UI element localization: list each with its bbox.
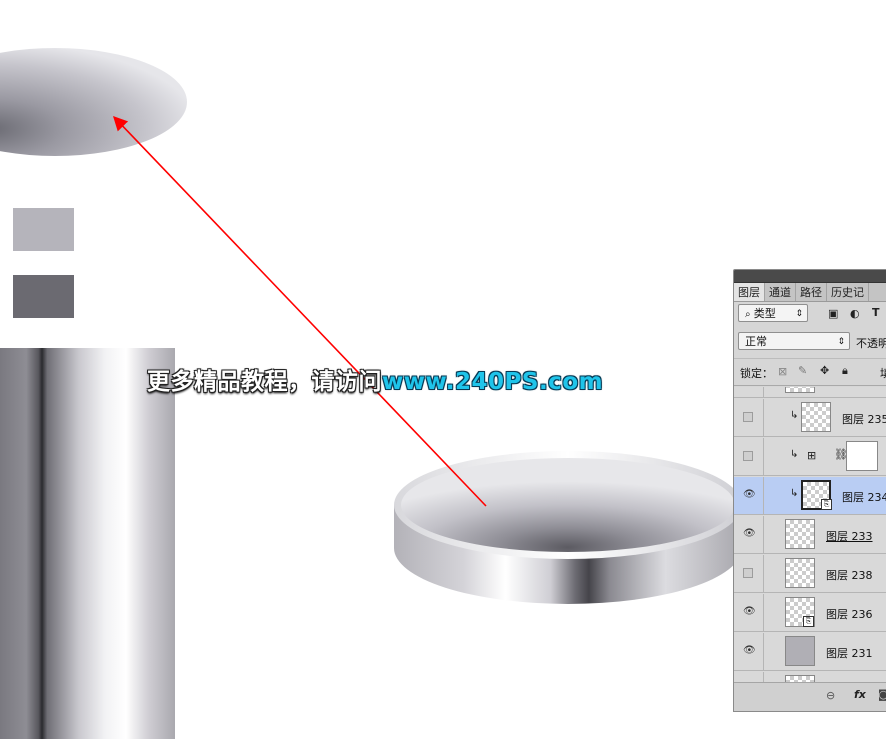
visibility-column: 👁︎ — [734, 516, 764, 553]
layer-mask-thumbnail[interactable] — [846, 441, 878, 471]
layer-thumbnail — [785, 387, 815, 393]
layer-name[interactable]: 图层 235 — [842, 411, 886, 427]
visibility-toggle[interactable] — [743, 451, 753, 461]
visibility-column — [734, 555, 764, 592]
lock-move-icon[interactable]: ✥ — [820, 364, 829, 377]
layer-thumbnail — [785, 558, 815, 588]
layer-row-234[interactable]: 👁︎ ↳ ⎘ 图层 234 — [734, 477, 886, 515]
layer-row-partial-bottom[interactable] — [734, 672, 886, 682]
watermark-cn-text: 更多精品教程，请访问 — [147, 369, 382, 395]
layer-row-235[interactable]: ↳ 图层 235 — [734, 399, 886, 437]
layer-thumbnail — [785, 675, 815, 682]
filter-type-select[interactable]: ⌕ 类型 ⇕ — [738, 304, 808, 322]
layer-row-partial[interactable] — [734, 387, 886, 398]
panel-tabs: 图层 通道 路径 历史记 — [734, 283, 886, 302]
filter-type-label: 类型 — [753, 307, 776, 320]
visibility-toggle[interactable] — [743, 412, 753, 422]
eye-icon[interactable]: 👁︎ — [743, 606, 756, 618]
search-icon: ⌕ — [745, 309, 754, 320]
fill-label: 填 — [880, 365, 886, 381]
clip-arrow-icon: ↳ — [790, 449, 799, 460]
image-filter-icon[interactable]: ▣ — [828, 307, 838, 320]
link-icon[interactable]: ⊖ — [826, 689, 835, 702]
dome-top-shape — [401, 458, 735, 552]
opacity-label: 不透明 — [856, 337, 886, 350]
layer-row-233[interactable]: 👁︎ 图层 233 — [734, 516, 886, 554]
visibility-column: 👁︎ — [734, 477, 764, 514]
layer-thumbnail — [801, 402, 831, 432]
panel-title-bar[interactable] — [734, 270, 886, 283]
eye-icon[interactable]: 👁︎ — [743, 489, 756, 501]
swatch-dark-gray — [13, 275, 74, 318]
layer-name[interactable]: 图层 236 — [826, 606, 873, 622]
layer-row-adjustment[interactable]: ↳ ⊞ ⛓ — [734, 438, 886, 476]
lock-all-icon[interactable]: 🔒︎ — [842, 364, 848, 378]
visibility-column — [734, 438, 764, 475]
visibility-column — [734, 399, 764, 436]
layer-thumbnail — [785, 519, 815, 549]
smart-object-icon: ⎘ — [821, 499, 832, 510]
blend-mode-value: 正常 — [745, 335, 767, 348]
mask-icon[interactable]: ◙ — [878, 688, 886, 701]
layer-name[interactable]: 图层 238 — [826, 567, 873, 583]
lock-brush-icon[interactable]: ✎ — [798, 364, 807, 377]
layer-name[interactable]: 图层 233 — [826, 528, 873, 544]
layers-list[interactable]: ↳ 图层 235 ↳ ⊞ ⛓ 👁︎ ↳ ⎘ 图层 234 👁︎ 图层 233 图… — [734, 387, 886, 682]
top-cap-shape — [0, 48, 187, 156]
visibility-column: 👁︎ — [734, 633, 764, 670]
watermark: 更多精品教程，请访问www.240PS.com — [147, 362, 603, 396]
chevron-updown-icon: ⇕ — [837, 337, 845, 347]
visibility-toggle[interactable] — [743, 568, 753, 578]
adjustment-filter-icon[interactable]: ◐ — [850, 307, 860, 320]
layer-row-238[interactable]: 图层 238 — [734, 555, 886, 593]
layer-thumbnail — [785, 636, 815, 666]
clip-arrow-icon: ↳ — [790, 488, 799, 499]
type-filter-icon[interactable]: T — [872, 306, 880, 319]
lock-transparent-icon[interactable]: ⊠ — [778, 365, 787, 378]
tab-layers[interactable]: 图层 — [734, 283, 765, 301]
layer-name[interactable]: 图层 231 — [826, 645, 873, 661]
clip-arrow-icon: ↳ — [790, 410, 799, 421]
blend-row: 正常 ⇕ 不透明 — [734, 328, 886, 352]
smart-object-icon: ⎘ — [803, 616, 814, 627]
visibility-column — [734, 672, 764, 682]
tab-history[interactable]: 历史记 — [827, 283, 869, 301]
swatch-light-gray — [13, 208, 74, 251]
curves-adjustment-icon: ⊞ — [807, 449, 817, 462]
layer-name[interactable]: 图层 234 — [842, 489, 886, 505]
fx-icon[interactable]: fx — [854, 688, 866, 701]
watermark-url-text: www.240PS.com — [382, 369, 604, 395]
panel-footer: ⊖ fx ◙ — [734, 682, 886, 711]
tab-channels[interactable]: 通道 — [765, 283, 796, 301]
eye-icon[interactable]: 👁︎ — [743, 645, 756, 657]
chevron-updown-icon: ⇕ — [795, 309, 803, 319]
pillar-shape — [0, 348, 175, 739]
lock-row: 锁定： ⊠ ✎ ✥ 🔒︎ 填 — [734, 358, 886, 386]
visibility-column — [734, 387, 764, 397]
layer-row-236[interactable]: 👁︎ ⎘ 图层 236 — [734, 594, 886, 632]
blend-mode-select[interactable]: 正常 ⇕ — [738, 332, 850, 350]
layer-row-231[interactable]: 👁︎ 图层 231 — [734, 633, 886, 671]
tab-paths[interactable]: 路径 — [796, 283, 827, 301]
eye-icon[interactable]: 👁︎ — [743, 528, 756, 540]
filter-row: ⌕ 类型 ⇕ ▣ ◐ T — [734, 302, 886, 326]
lock-label: 锁定： — [740, 367, 773, 380]
visibility-column: 👁︎ — [734, 594, 764, 631]
layers-panel: 图层 通道 路径 历史记 ⌕ 类型 ⇕ ▣ ◐ T 正常 ⇕ 不透明 锁定： ⊠ ✎… — [733, 269, 886, 712]
